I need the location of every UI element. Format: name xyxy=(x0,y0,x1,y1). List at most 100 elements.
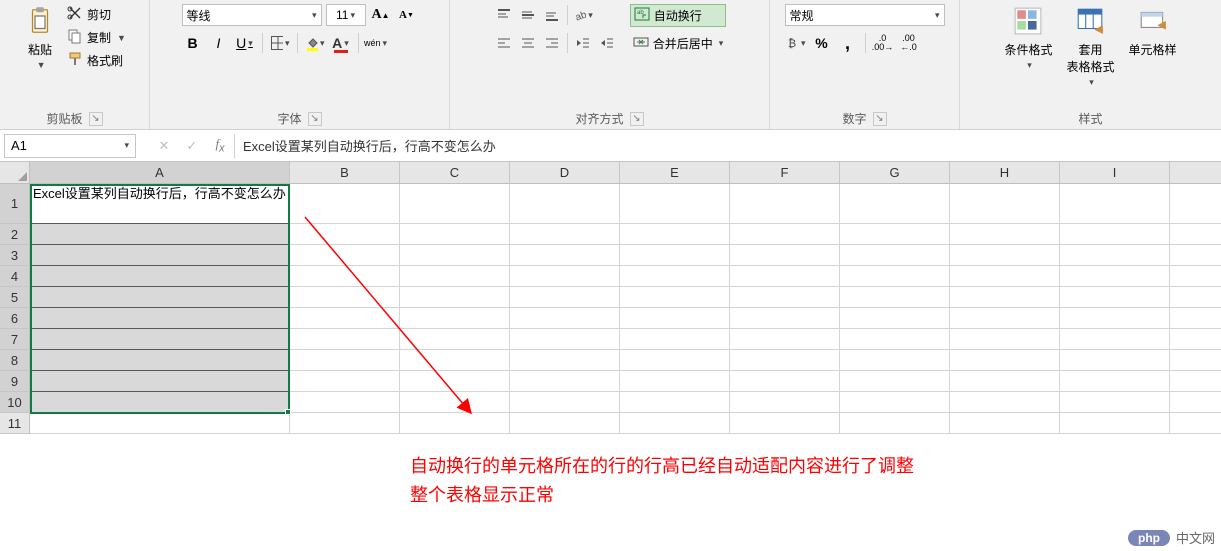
cell[interactable] xyxy=(1060,245,1170,266)
cell[interactable]: Excel设置某列自动换行后，行高不变怎么办 xyxy=(30,184,290,224)
dialog-launcher-icon[interactable]: ↘ xyxy=(873,112,887,126)
cell[interactable] xyxy=(400,329,510,350)
align-top-button[interactable] xyxy=(493,4,515,26)
cell[interactable] xyxy=(1170,371,1221,392)
cell[interactable] xyxy=(730,287,840,308)
column-header[interactable]: G xyxy=(840,162,950,184)
row-header[interactable]: 9 xyxy=(0,371,30,392)
cell[interactable] xyxy=(840,245,950,266)
cell[interactable] xyxy=(730,266,840,287)
cell[interactable] xyxy=(840,224,950,245)
cell[interactable] xyxy=(730,371,840,392)
cell[interactable] xyxy=(1060,392,1170,413)
cell[interactable] xyxy=(510,287,620,308)
cell[interactable] xyxy=(1060,329,1170,350)
cell[interactable] xyxy=(30,224,290,245)
cell[interactable] xyxy=(620,392,730,413)
cell-styles-button[interactable]: 单元格样 xyxy=(1125,4,1181,90)
cell[interactable] xyxy=(730,184,840,224)
orientation-button[interactable]: ab▾ xyxy=(572,4,594,26)
insert-function-button[interactable]: fx xyxy=(206,132,234,160)
cell[interactable] xyxy=(510,308,620,329)
cell[interactable] xyxy=(400,184,510,224)
cell[interactable] xyxy=(1170,413,1221,434)
cell[interactable] xyxy=(30,329,290,350)
cell[interactable] xyxy=(620,329,730,350)
cell[interactable] xyxy=(840,413,950,434)
row-header[interactable]: 7 xyxy=(0,329,30,350)
cell[interactable] xyxy=(840,371,950,392)
cell[interactable] xyxy=(400,245,510,266)
cell[interactable] xyxy=(400,392,510,413)
cell[interactable] xyxy=(290,224,400,245)
cell[interactable] xyxy=(30,392,290,413)
cell[interactable] xyxy=(1170,245,1221,266)
row-header[interactable]: 10 xyxy=(0,392,30,413)
cell[interactable] xyxy=(400,266,510,287)
cell[interactable] xyxy=(510,245,620,266)
cell[interactable] xyxy=(620,224,730,245)
cell[interactable] xyxy=(730,350,840,371)
cell[interactable] xyxy=(840,287,950,308)
cell[interactable] xyxy=(290,287,400,308)
accounting-format-button[interactable]: ₿▾ xyxy=(785,32,807,54)
cell[interactable] xyxy=(510,184,620,224)
cell[interactable] xyxy=(1170,308,1221,329)
column-header[interactable]: B xyxy=(290,162,400,184)
increase-font-button[interactable]: A▲ xyxy=(370,4,392,26)
select-all-corner[interactable] xyxy=(0,162,30,184)
align-center-button[interactable] xyxy=(517,32,539,54)
cell[interactable] xyxy=(840,392,950,413)
cell[interactable] xyxy=(400,224,510,245)
cell[interactable] xyxy=(400,413,510,434)
bold-button[interactable]: B xyxy=(182,32,204,54)
align-left-button[interactable] xyxy=(493,32,515,54)
enter-formula-button[interactable]: ✓ xyxy=(178,132,206,160)
cell[interactable] xyxy=(620,266,730,287)
cell[interactable] xyxy=(30,308,290,329)
dialog-launcher-icon[interactable]: ↘ xyxy=(89,112,103,126)
cell[interactable] xyxy=(400,350,510,371)
cell[interactable] xyxy=(510,266,620,287)
dialog-launcher-icon[interactable]: ↘ xyxy=(630,112,644,126)
cell[interactable] xyxy=(730,392,840,413)
align-right-button[interactable] xyxy=(541,32,563,54)
cell[interactable] xyxy=(950,245,1060,266)
font-size-combo[interactable]: 11▾ xyxy=(326,4,366,26)
cell[interactable] xyxy=(290,184,400,224)
cell[interactable] xyxy=(510,224,620,245)
cell[interactable] xyxy=(950,224,1060,245)
wrap-text-button[interactable]: ab 自动换行 xyxy=(630,4,727,27)
column-header[interactable]: E xyxy=(620,162,730,184)
cell[interactable] xyxy=(290,308,400,329)
borders-button[interactable]: ▾ xyxy=(269,32,291,54)
cell[interactable] xyxy=(840,329,950,350)
align-middle-button[interactable] xyxy=(517,4,539,26)
cell[interactable] xyxy=(510,413,620,434)
cut-button[interactable]: 剪切 xyxy=(65,4,128,25)
column-header[interactable]: J xyxy=(1170,162,1221,184)
cell[interactable] xyxy=(1170,287,1221,308)
cell[interactable] xyxy=(950,184,1060,224)
cell[interactable] xyxy=(1060,371,1170,392)
cell[interactable] xyxy=(510,350,620,371)
cell[interactable] xyxy=(730,413,840,434)
increase-indent-button[interactable] xyxy=(596,32,618,54)
cell[interactable] xyxy=(950,350,1060,371)
cell[interactable] xyxy=(620,371,730,392)
cell[interactable] xyxy=(400,371,510,392)
underline-button[interactable]: U▾ xyxy=(234,32,256,54)
phonetic-button[interactable]: wén▾ xyxy=(365,32,387,54)
row-header[interactable]: 1 xyxy=(0,184,30,224)
cell[interactable] xyxy=(1060,266,1170,287)
cell[interactable] xyxy=(730,224,840,245)
cell[interactable] xyxy=(290,350,400,371)
cell[interactable] xyxy=(1170,266,1221,287)
cell[interactable] xyxy=(1060,224,1170,245)
cell[interactable] xyxy=(950,413,1060,434)
comma-style-button[interactable]: , xyxy=(837,32,859,54)
cell[interactable] xyxy=(950,287,1060,308)
cell[interactable] xyxy=(950,392,1060,413)
cell[interactable] xyxy=(840,184,950,224)
cell[interactable] xyxy=(30,350,290,371)
